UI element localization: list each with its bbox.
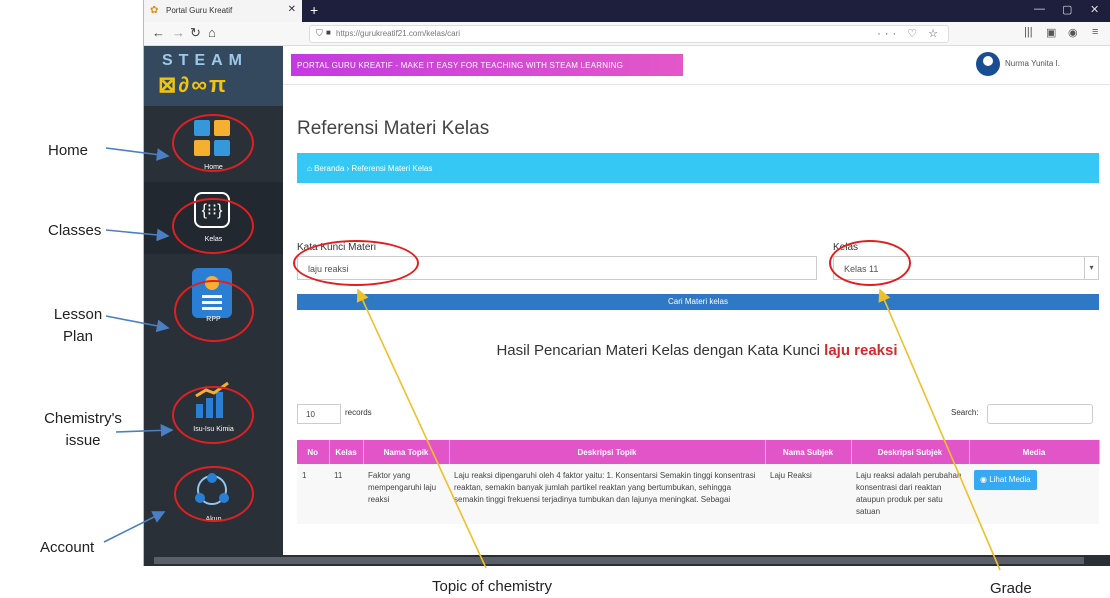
portal-banner: PORTAL GURU KREATIF - MAKE IT EASY FOR T… bbox=[291, 54, 683, 76]
result-heading-keyword: laju reaksi bbox=[824, 342, 898, 359]
sidebar-toggle-icon[interactable]: ▣ bbox=[1046, 26, 1056, 39]
table-header-row: No Kelas Nama Topik Deskripsi Topik Nama… bbox=[297, 440, 1100, 464]
column-header-deskripsi-topik[interactable]: Deskripsi Topik bbox=[449, 440, 766, 464]
cell-kelas: 11 bbox=[329, 464, 363, 524]
table-row: 1 11 Faktor yang mempengaruhi laju reaks… bbox=[297, 464, 1099, 524]
page-title: Referensi Materi Kelas bbox=[297, 118, 490, 139]
chevron-down-icon: ▾ bbox=[1084, 257, 1098, 279]
highlight-kelas bbox=[172, 198, 254, 254]
main-content: PORTAL GURU KREATIF - MAKE IT EASY FOR T… bbox=[283, 46, 1110, 566]
view-media-button[interactable]: ◉ Lihat Media bbox=[974, 470, 1037, 490]
highlight-isu-kimia bbox=[172, 386, 254, 444]
tab-bar: ✿ Portal Guru Kreatif ✕ + — ▢ ✕ bbox=[144, 0, 1110, 22]
table-search-label: Search: bbox=[951, 408, 979, 417]
shield-icon: ⛉ bbox=[316, 28, 323, 38]
breadcrumb-home-icon: ⌂ bbox=[307, 164, 315, 173]
cell-deskripsi-subjek: Laju reaksi adalah perubahan konsentrasi… bbox=[851, 464, 969, 524]
table-search-input[interactable] bbox=[987, 404, 1093, 424]
breadcrumb-home[interactable]: Beranda bbox=[314, 164, 344, 173]
site-favicon-icon: ✿ bbox=[150, 5, 159, 16]
annotation-lesson-plan: Lesson Plan bbox=[53, 306, 103, 345]
highlight-rpp bbox=[174, 280, 254, 342]
column-header-deskripsi-subjek[interactable]: Deskripsi Subjek bbox=[851, 440, 970, 464]
column-header-no[interactable]: No bbox=[297, 440, 330, 464]
breadcrumb: ⌂ Beranda › Referensi Materi Kelas bbox=[297, 153, 1099, 183]
logo-text-bottom: ⊠∂∞π bbox=[158, 72, 228, 97]
account-browser-icon[interactable]: ◉ bbox=[1068, 26, 1078, 39]
browser-tab[interactable]: ✿ Portal Guru Kreatif ✕ bbox=[144, 0, 302, 22]
cell-nama-subjek: Laju Reaksi bbox=[765, 464, 851, 524]
maximize-icon[interactable]: ▢ bbox=[1062, 3, 1072, 16]
library-icon[interactable]: ||| bbox=[1024, 26, 1033, 38]
highlight-keyword bbox=[293, 240, 419, 286]
records-select[interactable]: 10 bbox=[297, 404, 341, 424]
close-window-icon[interactable]: ✕ bbox=[1090, 3, 1099, 16]
highlight-home bbox=[172, 114, 254, 172]
navigation-bar: ← → ↻ ⌂ ⛉ ■ https://gurukreatif21.com/ke… bbox=[144, 22, 1110, 46]
annotation-account: Account bbox=[40, 539, 95, 556]
breadcrumb-current: Referensi Materi Kelas bbox=[351, 164, 433, 173]
result-heading-prefix: Hasil Pencarian Materi Kelas dengan Kata… bbox=[496, 342, 820, 359]
records-label: records bbox=[345, 408, 372, 417]
horizontal-scrollbar[interactable] bbox=[144, 555, 1110, 566]
new-tab-icon[interactable]: + bbox=[310, 2, 318, 18]
forward-icon[interactable]: → bbox=[172, 25, 185, 40]
cell-deskripsi-topik: Laju reaksi dipengaruhi oleh 4 faktor ya… bbox=[449, 464, 765, 524]
column-header-nama-topik[interactable]: Nama Topik bbox=[363, 440, 450, 464]
browser-window: ✿ Portal Guru Kreatif ✕ + — ▢ ✕ ← → ↻ ⌂ … bbox=[143, 0, 1110, 566]
tab-close-icon[interactable]: ✕ bbox=[288, 4, 296, 15]
search-class-button[interactable]: Cari Materi kelas bbox=[297, 294, 1099, 310]
annotation-grade: Grade bbox=[990, 580, 1032, 597]
highlight-class bbox=[829, 240, 911, 286]
results-table: No Kelas Nama Topik Deskripsi Topik Nama… bbox=[297, 440, 1100, 524]
annotation-chemistry-issue: Chemistry's issue bbox=[44, 410, 122, 449]
column-header-nama-subjek[interactable]: Nama Subjek bbox=[765, 440, 852, 464]
annotation-topic: Topic of chemistry bbox=[432, 578, 553, 595]
minimize-icon[interactable]: — bbox=[1034, 3, 1045, 15]
lock-icon: ■ bbox=[326, 28, 331, 37]
steam-logo[interactable]: STEAM ⊠∂∞π bbox=[144, 46, 283, 106]
user-avatar[interactable] bbox=[976, 52, 1000, 76]
column-header-media[interactable]: Media bbox=[969, 440, 1100, 464]
logo-text-top: STEAM bbox=[162, 52, 248, 69]
view-media-label: Lihat Media bbox=[989, 475, 1031, 484]
annotation-home: Home bbox=[48, 142, 89, 159]
scrollbar-thumb[interactable] bbox=[154, 557, 1084, 564]
highlight-akun bbox=[174, 466, 254, 522]
header-divider bbox=[283, 84, 1110, 85]
app-sidebar: STEAM ⊠∂∞π Home {⁝⁝} Kelas RPP Isu-Isu K… bbox=[144, 46, 283, 566]
tab-title: Portal Guru Kreatif bbox=[166, 6, 233, 15]
reload-icon[interactable]: ↻ bbox=[190, 25, 201, 41]
annotation-classes: Classes bbox=[48, 222, 102, 239]
home-browser-icon[interactable]: ⌂ bbox=[208, 25, 216, 40]
column-header-kelas[interactable]: Kelas bbox=[329, 440, 364, 464]
records-select-value: 10 bbox=[306, 410, 315, 419]
url-text: https://gurukreatif21.com/kelas/cari bbox=[336, 29, 461, 38]
cell-no: 1 bbox=[297, 464, 329, 524]
back-icon[interactable]: ← bbox=[152, 25, 165, 40]
result-heading: Hasil Pencarian Materi Kelas dengan Kata… bbox=[283, 342, 1110, 359]
user-name[interactable]: Nurma Yunita I. bbox=[1005, 59, 1060, 68]
cell-nama-topik: Faktor yang mempengaruhi laju reaksi bbox=[363, 464, 449, 524]
cell-media: ◉ Lihat Media bbox=[969, 464, 1099, 524]
menu-icon[interactable]: ≡ bbox=[1092, 26, 1098, 38]
url-actions[interactable]: ··· ♡ ☆ bbox=[877, 27, 942, 40]
eye-icon: ◉ bbox=[980, 475, 990, 484]
url-bar[interactable]: ⛉ ■ https://gurukreatif21.com/kelas/cari… bbox=[309, 25, 949, 43]
